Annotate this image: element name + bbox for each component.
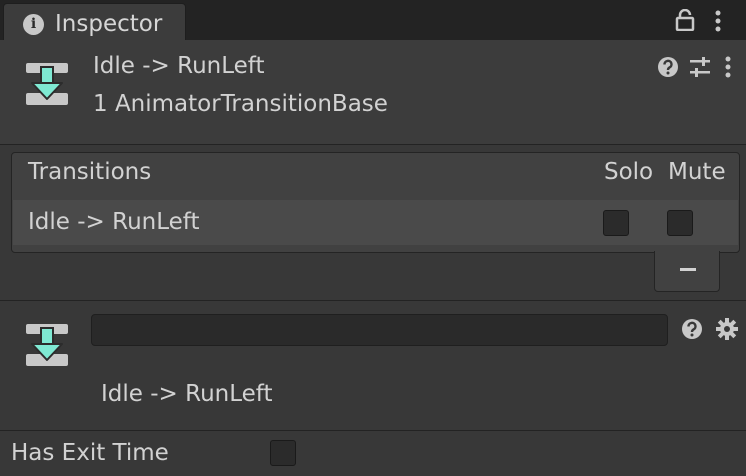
more-vertical-icon[interactable] — [723, 56, 733, 82]
info-icon: i — [23, 14, 44, 35]
remove-transition-button[interactable] — [654, 251, 720, 292]
tab-bar: i Inspector — [0, 0, 746, 41]
divider — [0, 300, 746, 301]
gear-icon[interactable] — [716, 318, 738, 344]
column-transitions: Transitions — [28, 159, 152, 185]
column-solo: Solo — [604, 159, 654, 185]
minus-icon — [680, 268, 696, 271]
list-header: Transitions Solo Mute — [12, 153, 739, 198]
mute-checkbox[interactable] — [667, 210, 693, 236]
header-title: Idle -> RunLeft — [93, 53, 265, 79]
inspector-tab[interactable]: i Inspector — [3, 3, 186, 41]
help-icon[interactable] — [681, 318, 703, 344]
list-item[interactable]: Idle -> RunLeft — [13, 200, 738, 245]
transition-name: Idle -> RunLeft — [28, 209, 200, 235]
lock-icon[interactable] — [675, 8, 695, 35]
column-mute: Mute — [668, 159, 726, 185]
help-icon[interactable] — [657, 56, 679, 82]
has-exit-time-label: Has Exit Time — [11, 440, 169, 466]
header-subtitle: 1 AnimatorTransitionBase — [93, 91, 388, 117]
tab-title: Inspector — [55, 11, 163, 37]
solo-checkbox[interactable] — [603, 210, 629, 236]
transition-icon — [25, 323, 69, 367]
has-exit-time-checkbox[interactable] — [270, 440, 296, 466]
transitions-list: Transitions Solo Mute Idle -> RunLeft — [11, 152, 740, 253]
transition-icon — [25, 62, 69, 106]
presets-icon[interactable] — [689, 56, 711, 82]
transition-title: Idle -> RunLeft — [101, 381, 273, 407]
transition-name-field[interactable] — [91, 314, 668, 346]
inspector-header: Idle -> RunLeft 1 AnimatorTransitionBase — [0, 40, 746, 145]
divider — [0, 430, 746, 431]
more-vertical-icon[interactable] — [713, 10, 723, 36]
